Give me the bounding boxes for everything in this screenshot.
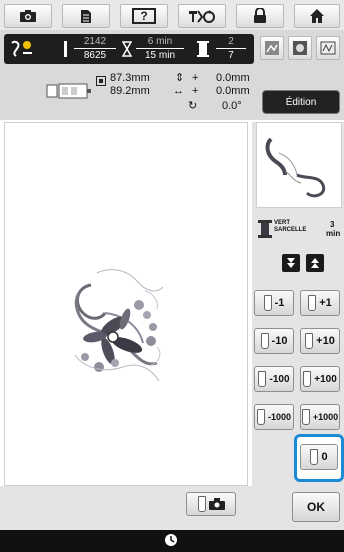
stitch-current: 2142 (83, 36, 107, 47)
thread-color-row: VERT SARCELLE 3 min (256, 214, 342, 244)
threading-icon (189, 10, 215, 23)
time-total: 15 min (144, 50, 175, 61)
step-plus100-button[interactable]: +100 (300, 366, 340, 392)
color-down-button[interactable] (282, 254, 300, 272)
needle-icon (301, 409, 310, 425)
ok-button[interactable]: OK (292, 492, 340, 522)
lock-button[interactable] (236, 4, 284, 28)
thread-color-name: VERT SARCELLE (274, 220, 307, 233)
design-height: 89.2mm (110, 85, 150, 97)
camera-icon (20, 10, 36, 22)
embroidery-canvas[interactable] (4, 122, 248, 486)
lock-icon (254, 8, 266, 23)
home-icon (310, 9, 324, 23)
design-width: 87.3mm (110, 72, 150, 84)
needle-icon (305, 333, 314, 349)
needle-icon (64, 41, 67, 57)
thread-time: 3 (330, 220, 335, 229)
top-toolbar: ? (0, 0, 344, 30)
document-icon (81, 9, 91, 23)
down-arrow-icon (287, 258, 295, 268)
clock-icon (164, 533, 178, 547)
vertical-arrow-icon: ⇕ (175, 72, 185, 84)
frame-size-icon (46, 82, 92, 100)
rotation-icon: ↻ (188, 100, 198, 112)
step-plus10-button[interactable]: +10 (300, 328, 340, 354)
right-column: VERT SARCELLE 3 min -1 +1 -10 +10 -100 +… (252, 122, 344, 486)
size-icon (95, 73, 107, 87)
needle-icon (303, 371, 312, 387)
spool-icon (196, 40, 210, 63)
needle-icon (308, 295, 317, 311)
color-up-button[interactable] (306, 254, 324, 272)
thread-color-preview-icon (265, 137, 326, 198)
needle-icon (256, 409, 265, 425)
hourglass-icon (121, 41, 133, 62)
needle-icon (260, 333, 269, 349)
plus-sign: + (192, 85, 199, 97)
stitch-total: 8625 (83, 50, 107, 61)
step-minus1-button[interactable]: -1 (254, 290, 294, 316)
step-plus1000-button[interactable]: +1000 (300, 404, 340, 430)
needle-icon (310, 449, 319, 465)
needle-icon (258, 371, 267, 387)
step-minus100-button[interactable]: -100 (254, 366, 294, 392)
help-icon: ? (132, 8, 156, 24)
stitch-info-bar: 2142 8625 6 min 15 min 2 7 (4, 34, 254, 64)
step-zero-button[interactable]: 0 (300, 444, 338, 470)
edit-button-label: Édition (285, 96, 317, 108)
plus-sign: + (192, 72, 199, 84)
up-arrow-icon (311, 258, 319, 268)
stitch-view-icon (320, 41, 336, 55)
thread-spool-icon (258, 220, 272, 238)
offset-horizontal: 0.0mm (216, 85, 250, 97)
ok-button-label: OK (307, 500, 325, 514)
pattern-icon (265, 41, 279, 55)
bottom-bar: OK (0, 486, 344, 530)
pattern-view-button[interactable] (260, 36, 284, 60)
stitch-view-button[interactable] (316, 36, 340, 60)
time-current: 6 min (147, 36, 173, 47)
document-button[interactable] (62, 4, 110, 28)
horizontal-arrow-icon: ↔ (173, 85, 184, 97)
camera-view-icon (293, 41, 307, 55)
needle-camera-button[interactable] (186, 492, 236, 516)
help-button[interactable]: ? (120, 4, 168, 28)
embroidery-icon (10, 39, 34, 59)
step-minus1000-button[interactable]: -1000 (254, 404, 294, 430)
home-button[interactable] (294, 4, 340, 28)
status-strip (0, 530, 344, 552)
color-preview (256, 122, 342, 208)
camera-icon (208, 498, 225, 510)
edit-button[interactable]: Édition (262, 90, 340, 114)
thread-time-unit: min (326, 229, 341, 238)
needle-icon (263, 295, 272, 311)
camera-button[interactable] (4, 4, 52, 28)
rotation-angle: 0.0° (222, 100, 242, 112)
camera-view-button[interactable] (288, 36, 312, 60)
step-plus1-button[interactable]: +1 (300, 290, 340, 316)
embroidery-design (74, 269, 164, 382)
step-minus10-button[interactable]: -10 (254, 328, 294, 354)
threading-button[interactable] (178, 4, 226, 28)
color-total: 7 (228, 50, 234, 61)
offset-vertical: 0.0mm (216, 72, 250, 84)
needle-icon (197, 496, 206, 512)
info-panel: 2142 8625 6 min 15 min 2 7 87.3mm 89.2mm… (0, 30, 344, 120)
color-current: 2 (228, 36, 234, 47)
